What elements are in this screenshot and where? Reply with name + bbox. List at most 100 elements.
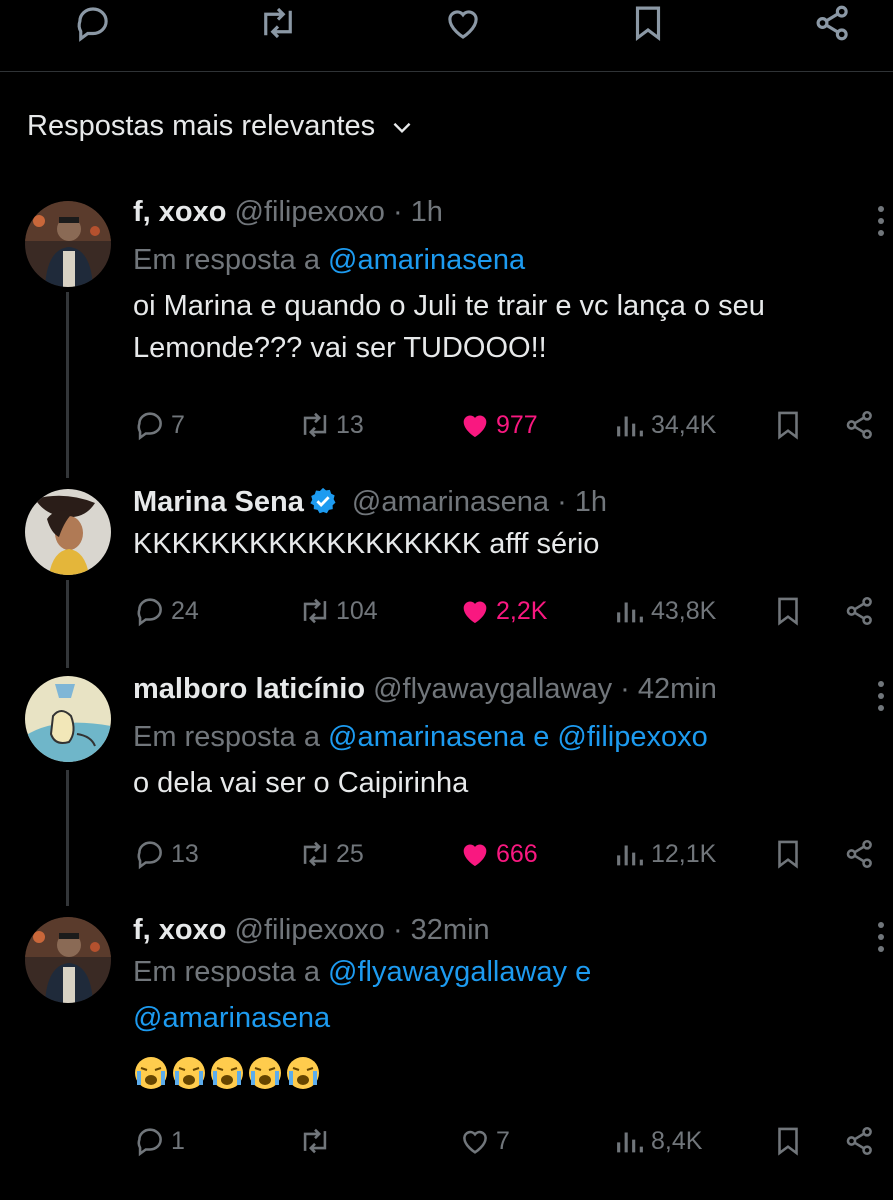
handle[interactable]: @flyawaygallaway (373, 673, 612, 705)
reply-button[interactable]: 13 (133, 834, 199, 874)
share-button[interactable] (843, 1121, 881, 1161)
reply-prefix: Em resposta a (133, 721, 320, 753)
reply-context: Em resposta a @flyawaygallaway e @amarin… (133, 949, 873, 1041)
bookmark-button[interactable] (771, 834, 809, 874)
timestamp[interactable]: · 1h (557, 486, 607, 518)
retweet-icon (298, 594, 336, 628)
avatar[interactable] (25, 676, 111, 762)
retweet-icon (298, 837, 336, 871)
bookmark-icon[interactable] (627, 2, 669, 44)
bookmark-button[interactable] (771, 591, 809, 631)
more-options-icon[interactable] (877, 678, 885, 714)
bookmark-icon (771, 837, 809, 871)
handle[interactable]: @filipexoxo (235, 196, 385, 228)
reply-icon (133, 837, 171, 871)
views-count: 8,4K (651, 1126, 703, 1155)
like-count: 7 (496, 1126, 510, 1155)
heart-filled-icon (458, 594, 496, 628)
reply-count: 7 (171, 410, 185, 439)
display-name[interactable]: Marina Sena (133, 486, 304, 518)
tweet-actions: 7 13 977 34,4K (133, 405, 883, 445)
tweet-actions: 13 25 666 12,1K (133, 834, 883, 874)
mention-link[interactable]: @flyawaygallaway e (328, 956, 591, 988)
views-icon (613, 837, 651, 871)
views-icon (613, 1124, 651, 1158)
reply-prefix: Em resposta a (133, 244, 320, 276)
loudly-crying-face-icon (133, 1055, 169, 1091)
retweet-button[interactable]: 25 (298, 834, 364, 874)
retweet-icon (298, 408, 336, 442)
thread-line (66, 292, 69, 478)
retweet-button[interactable]: 104 (298, 591, 378, 631)
display-name[interactable]: f, xoxo (133, 196, 226, 228)
share-icon (843, 1124, 881, 1158)
like-button[interactable]: 666 (458, 834, 538, 874)
like-button[interactable]: 977 (458, 405, 538, 445)
share-button[interactable] (843, 591, 881, 631)
views-button[interactable]: 43,8K (613, 591, 716, 631)
bookmark-icon (771, 408, 809, 442)
retweet-icon[interactable] (257, 2, 299, 44)
more-options-icon[interactable] (877, 919, 885, 955)
views-icon (613, 408, 651, 442)
share-button[interactable] (843, 834, 881, 874)
views-button[interactable]: 12,1K (613, 834, 716, 874)
tweet-text: KKKKKKKKKKKKKKKKKK afff sério (133, 528, 600, 560)
loudly-crying-face-icon (171, 1055, 207, 1091)
timestamp[interactable]: · 42min (620, 673, 717, 705)
avatar[interactable] (25, 917, 111, 1003)
parent-tweet-actions (0, 0, 893, 72)
retweet-count: 13 (336, 410, 364, 439)
loudly-crying-face-icon (209, 1055, 245, 1091)
reply-count: 1 (171, 1126, 185, 1155)
like-button[interactable]: 2,2K (458, 591, 547, 631)
avatar[interactable] (25, 201, 111, 287)
share-button[interactable] (843, 405, 881, 445)
reply-icon (133, 1124, 171, 1158)
views-count: 12,1K (651, 839, 717, 868)
like-button[interactable]: 7 (458, 1121, 510, 1161)
views-button[interactable]: 8,4K (613, 1121, 702, 1161)
reply-icon (133, 408, 171, 442)
heart-icon[interactable] (442, 2, 484, 44)
heart-icon (458, 1124, 496, 1158)
mention-link[interactable]: @amarinasena (133, 1002, 330, 1034)
retweet-button[interactable] (298, 1121, 336, 1161)
retweet-count: 25 (336, 839, 364, 868)
thread-line (66, 770, 69, 906)
bookmark-icon (771, 594, 809, 628)
chevron-down-icon (389, 114, 415, 140)
replies-sort-selector[interactable]: Respostas mais relevantes (27, 110, 415, 143)
avatar[interactable] (25, 489, 111, 575)
like-count: 977 (496, 410, 538, 439)
verified-badge-icon (308, 486, 338, 516)
timestamp[interactable]: · 32min (393, 914, 490, 946)
reply-prefix: Em resposta a (133, 956, 320, 988)
share-icon (843, 837, 881, 871)
mention-link[interactable]: @amarinasena e @filipexoxo (328, 721, 708, 753)
bookmark-button[interactable] (771, 405, 809, 445)
reply-icon[interactable] (72, 2, 114, 44)
display-name[interactable]: f, xoxo (133, 914, 226, 946)
mention-link[interactable]: @amarinasena (328, 244, 525, 276)
handle[interactable]: @filipexoxo (235, 914, 385, 946)
reply-button[interactable]: 24 (133, 591, 199, 631)
reply-button[interactable]: 7 (133, 405, 185, 445)
retweet-count: 104 (336, 596, 378, 625)
sort-label: Respostas mais relevantes (27, 110, 376, 142)
timestamp[interactable]: · 1h (393, 196, 443, 228)
views-button[interactable]: 34,4K (613, 405, 716, 445)
retweet-button[interactable]: 13 (298, 405, 364, 445)
tweet-actions: 24 104 2,2K 43,8K (133, 591, 883, 631)
display-name[interactable]: malboro laticínio (133, 673, 365, 705)
handle[interactable]: @amarinasena (352, 486, 549, 518)
retweet-icon (298, 1124, 336, 1158)
bookmark-button[interactable] (771, 1121, 809, 1161)
more-options-icon[interactable] (877, 203, 885, 239)
share-icon[interactable] (812, 2, 854, 44)
reply-button[interactable]: 1 (133, 1121, 185, 1161)
loudly-crying-face-icon (285, 1055, 321, 1091)
bookmark-icon (771, 1124, 809, 1158)
thread-line (66, 580, 69, 668)
like-count: 666 (496, 839, 538, 868)
